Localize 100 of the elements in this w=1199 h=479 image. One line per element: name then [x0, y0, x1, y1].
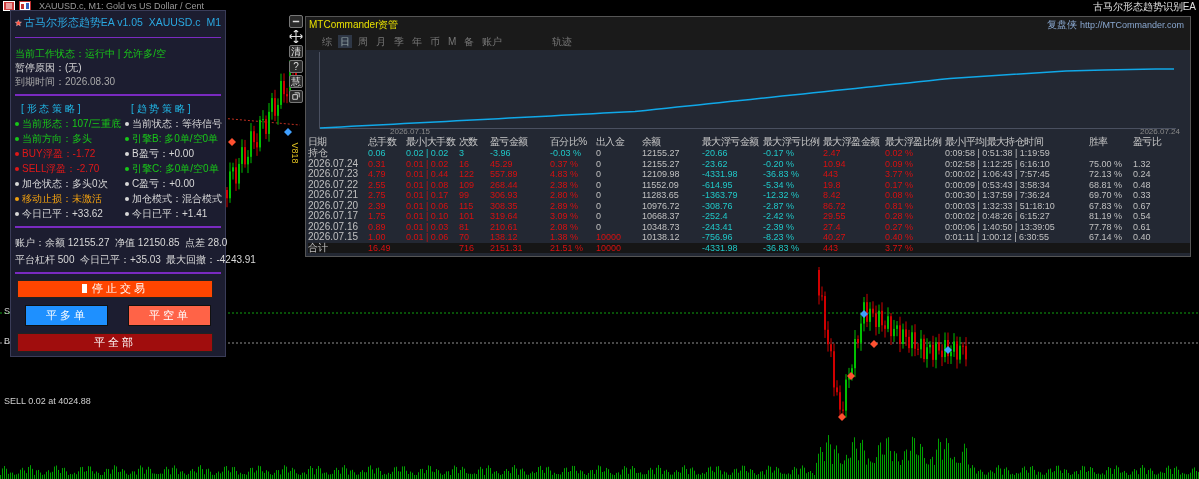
panel-title: 古马尔形态趋势EA v1.05 XAUUSD.c M1 [23, 16, 221, 31]
column-header: 百分比% [550, 136, 588, 148]
table-cell-text: 0.01 | 0.06 [406, 200, 450, 211]
table-cell-text: 101 [459, 211, 476, 222]
close-sell-button[interactable]: 平空单 [128, 304, 211, 326]
table-cell-text: 0.40 [1133, 232, 1152, 243]
table-cell-text: 0.02 % [885, 148, 915, 159]
brand-name: 复盘侠 [1046, 18, 1077, 32]
table-cell-text: 138.12 [490, 232, 519, 243]
table-cell-text: 2.80 % [550, 190, 580, 201]
column-header: 最大浮盈比例 [885, 136, 943, 148]
close-buy-button[interactable]: 平多单 [25, 304, 108, 326]
table-cell-text: 0 [596, 190, 602, 201]
status-text: SELL浮盈：-2.70 [22, 161, 100, 176]
table-cell-text: -308.76 [702, 200, 734, 211]
table-cell-text: 210.61 [490, 221, 519, 232]
table-cell-text: 11552.09 [642, 179, 680, 190]
table-cell-text: 319.64 [490, 211, 519, 222]
table-cell-text: 0.33 [1133, 190, 1152, 201]
table-cell-text: 0:00:02 | 1:06:43 | 7:57:45 [945, 169, 1051, 180]
status-text: 当前形态：107/三重底 [22, 116, 122, 131]
status-line: 到期时间：2026.08.30 [15, 75, 116, 90]
tool-button[interactable]: 慧 [289, 75, 303, 88]
table-cell-text: 0:01:11 | 1:00:12 | 6:30:55 [945, 232, 1051, 243]
table-cell-text: 0.01 | 0.10 [406, 211, 450, 222]
strategy-heading: [ 趋 势 策 略 ] [131, 102, 191, 117]
column-header: 最大浮亏比例 [763, 136, 821, 148]
panel-title: MTCommander资管 [309, 18, 399, 32]
tab[interactable]: 综 [320, 35, 334, 48]
table-cell-text: 0 [596, 211, 602, 222]
table-cell-text: 29.55 [823, 211, 847, 222]
column-header: 次数 [459, 136, 479, 148]
status-text: 加仓状态：多头0次 [22, 176, 108, 191]
table-cell-text: 3.77 % [885, 242, 915, 253]
column-header: 最大浮盈金额 [823, 136, 881, 148]
table-cell-text: 2026.07.21 [308, 190, 360, 201]
status-text: B盈亏：+0.00 [132, 146, 194, 161]
table-cell-text: 0:00:02 | 0:48:26 | 6:15:27 [945, 211, 1051, 222]
table-cell-text: -252.4 [702, 211, 729, 222]
table-cell-text: 0.01 | 0.03 [406, 221, 450, 232]
table-cell-text: 19.8 [823, 179, 842, 190]
table-cell-text: 2026.07.24 [308, 158, 360, 169]
table-cell-text: 0:02:58 | 1:12:25 | 6:16:10 [945, 158, 1051, 169]
column-header: 日期 [308, 136, 328, 148]
column-header: 最小|大手数 [406, 136, 457, 148]
table-cell-text: 70 [459, 232, 470, 243]
status-text: BUY浮盈：-1.72 [22, 146, 96, 161]
column-header: 余额 [642, 136, 662, 148]
tab[interactable]: 月 [374, 35, 388, 48]
table-cell-text: 0.61 [1133, 221, 1152, 232]
vertical-label: V818 [289, 142, 300, 164]
table-cell-text: -0.03 % [550, 148, 583, 159]
tab[interactable]: 币 [428, 35, 442, 48]
tab[interactable]: 周 [356, 35, 370, 48]
table-cell-text: 12109.98 [642, 169, 681, 180]
tool-button[interactable]: 清 [289, 45, 303, 58]
table-cell-text: 0.01 | 0.02 [406, 158, 450, 169]
status-text: C盈亏：+0.00 [132, 176, 195, 191]
table-cell-text: -0.17 % [763, 148, 796, 159]
table-cell-text: 21.51 % [550, 242, 585, 253]
status-text: 引擎B: 多0单/空0单 [132, 131, 219, 146]
table-cell-text: 2.47 [823, 148, 842, 159]
stop-trading-button[interactable]: 停止交易 [17, 279, 213, 298]
table-cell-text: 2026.07.16 [308, 221, 360, 232]
table-cell-text: 2.08 % [550, 221, 580, 232]
table-cell-text: 2026.07.17 [308, 211, 360, 222]
status-text: 当前方向：多头 [22, 131, 92, 146]
website-link[interactable]: http://MTCommander.com [1079, 20, 1184, 30]
table-cell-text: 0.02 | 0.02 [406, 148, 450, 159]
table-cell-text: 2.75 [368, 190, 387, 201]
tab[interactable]: 季 [392, 35, 406, 48]
table-cell-text: 308.35 [490, 200, 519, 211]
table-cell-text: 0.54 [1133, 211, 1152, 222]
tab[interactable]: 年 [410, 35, 424, 48]
table-cell-text: 4.79 [368, 169, 387, 180]
table-cell-text: 1.75 [368, 211, 387, 222]
close-all-button[interactable]: 平全部 [17, 332, 213, 352]
tab[interactable]: 轨迹 [550, 35, 575, 48]
tab[interactable]: 账户 [480, 35, 505, 48]
table-cell-text: 443 [823, 242, 840, 253]
status-text: 今日已平：+1.41 [132, 206, 208, 221]
table-cell-text: 0 [596, 169, 602, 180]
status-line: 当前工作状态：运行中 | 允许多/空 [15, 47, 166, 62]
status-text: 当前状态：等待信号 [132, 116, 222, 131]
tab[interactable]: 日 [338, 35, 352, 48]
tab[interactable]: 备 [462, 35, 477, 48]
tab[interactable]: M [446, 35, 459, 48]
table-cell-text: 2026.07.15 [308, 232, 360, 242]
table-cell-text: 81.19 % [1089, 211, 1124, 222]
column-header: 胜率 [1089, 136, 1109, 148]
table-cell-text: 0:09:58 | 0:51:38 | 1:19:59 [945, 148, 1051, 159]
table-cell-text: 持仓 [308, 148, 329, 159]
column-header: 最大浮亏金额 [702, 136, 760, 148]
status-text: 今日已平：+33.62 [22, 206, 103, 221]
table-cell-text: 0.48 [1133, 179, 1152, 190]
table-cell-text: 3 [459, 148, 465, 159]
table-cell-text: 0.17 % [885, 179, 915, 190]
table-cell-text: 0 [596, 200, 602, 211]
table-cell-text: 2.39 [368, 200, 387, 211]
tool-button[interactable]: ? [289, 60, 303, 73]
